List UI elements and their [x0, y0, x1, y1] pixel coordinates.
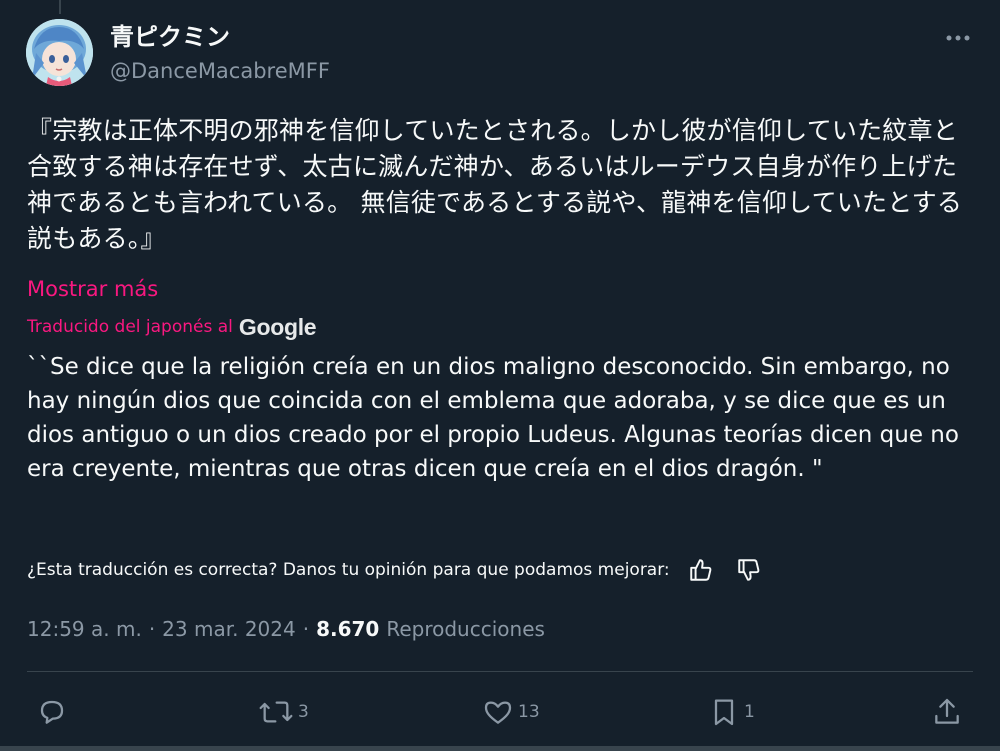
- retweet-icon: [259, 701, 293, 723]
- share-icon: [935, 698, 959, 724]
- reply-icon: [40, 700, 64, 724]
- bottom-border: [0, 746, 1000, 751]
- views-count[interactable]: 8.670: [316, 617, 379, 641]
- reply-button[interactable]: [36, 690, 72, 734]
- bookmark-icon: [714, 699, 734, 726]
- tweet-text: 『宗教は正体不明の邪神を信仰していたとされる。しかし彼が信仰していた紋章と合致す…: [27, 116, 963, 253]
- more-horizontal-icon: [946, 35, 970, 41]
- views-label: Reproducciones: [386, 617, 545, 641]
- author-handle[interactable]: @DanceMacabreMFF: [110, 57, 330, 85]
- meta-separator: ·: [148, 617, 156, 641]
- translated-from-label: Traducido del japonés al: [27, 317, 233, 337]
- thread-connector-line: [59, 0, 61, 14]
- divider: [27, 671, 973, 672]
- retweet-button[interactable]: 3: [258, 690, 309, 734]
- avatar-image: [26, 19, 93, 86]
- thumbs-down-icon: [737, 559, 760, 581]
- tweet-date[interactable]: 23 mar. 2024: [162, 617, 296, 641]
- like-button[interactable]: 13: [482, 690, 540, 734]
- heart-icon: [484, 701, 512, 724]
- avatar[interactable]: [26, 19, 93, 86]
- google-logo: Google: [238, 313, 317, 340]
- share-button[interactable]: [931, 690, 963, 734]
- tweet-metadata: 12:59 a. m. · 23 mar. 2024 · 8.670 Repro…: [27, 614, 545, 644]
- meta-separator: ·: [302, 617, 310, 641]
- action-bar: 3 13 1: [0, 690, 1000, 734]
- thumbs-down-button[interactable]: [732, 553, 766, 587]
- show-more-link[interactable]: Mostrar más: [27, 275, 158, 303]
- translation-text: ``Se dice que la religión creía en un di…: [27, 354, 959, 482]
- translation-feedback: ¿Esta traducción es correcta? Danos tu o…: [27, 553, 780, 587]
- translation-attribution: Traducido del japonés al Google: [27, 312, 317, 342]
- more-options-button[interactable]: [938, 22, 978, 54]
- feedback-prompt: ¿Esta traducción es correcta? Danos tu o…: [27, 560, 670, 580]
- tweet-time[interactable]: 12:59 a. m.: [27, 617, 142, 641]
- retweet-count: 3: [298, 702, 309, 722]
- like-count: 13: [518, 702, 540, 722]
- tweet-container: 青ピクミン @DanceMacabreMFF 『宗教は正体不明の邪神を信仰してい…: [0, 0, 1000, 751]
- bookmark-count: 1: [744, 702, 755, 722]
- bookmark-button[interactable]: 1: [708, 690, 755, 734]
- author-display-name[interactable]: 青ピクミン: [110, 22, 230, 52]
- thumbs-up-icon: [689, 559, 712, 581]
- thumbs-up-button[interactable]: [684, 553, 718, 587]
